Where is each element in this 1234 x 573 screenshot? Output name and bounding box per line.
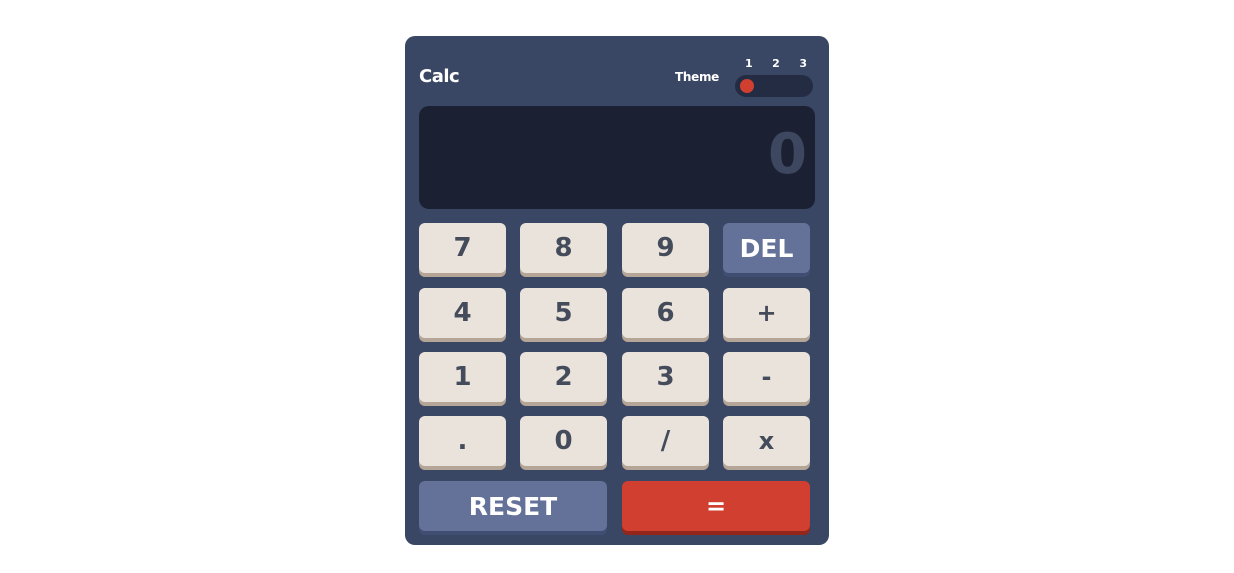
theme-label: Theme xyxy=(674,70,719,84)
theme-toggle-knob[interactable] xyxy=(740,79,754,93)
theme-option-1[interactable]: 1 xyxy=(745,57,753,70)
key-0[interactable]: 0 xyxy=(520,416,607,466)
key-1[interactable]: 1 xyxy=(419,352,506,402)
equals-button[interactable]: = xyxy=(622,481,810,531)
calculator: Calc Theme 1 2 3 0 7 8 9 DEL 4 5 6 + 1 2… xyxy=(405,36,829,545)
key-9[interactable]: 9 xyxy=(622,223,709,273)
header: Calc Theme 1 2 3 xyxy=(419,57,813,98)
key-8[interactable]: 8 xyxy=(520,223,607,273)
reset-button[interactable]: RESET xyxy=(419,481,607,531)
display-screen: 0 xyxy=(419,106,815,209)
key-2[interactable]: 2 xyxy=(520,352,607,402)
delete-button[interactable]: DEL xyxy=(723,223,810,273)
divide-button[interactable]: / xyxy=(622,416,709,466)
key-7[interactable]: 7 xyxy=(419,223,506,273)
app-title: Calc xyxy=(419,66,460,87)
key-5[interactable]: 5 xyxy=(520,288,607,338)
theme-toggle[interactable] xyxy=(735,75,813,97)
key-6[interactable]: 6 xyxy=(622,288,709,338)
display-value: 0 xyxy=(768,122,807,187)
minus-button[interactable]: - xyxy=(723,352,810,402)
plus-button[interactable]: + xyxy=(723,288,810,338)
multiply-button[interactable]: x xyxy=(723,416,810,466)
theme-option-3[interactable]: 3 xyxy=(799,57,807,70)
key-4[interactable]: 4 xyxy=(419,288,506,338)
theme-option-2[interactable]: 2 xyxy=(772,57,780,70)
theme-numbers: 1 2 3 xyxy=(739,57,809,70)
decimal-button[interactable]: . xyxy=(419,416,506,466)
key-3[interactable]: 3 xyxy=(622,352,709,402)
